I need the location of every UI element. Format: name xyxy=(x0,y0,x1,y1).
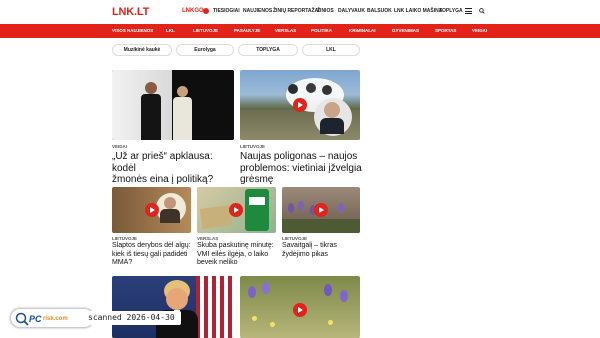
play-video-icon[interactable] xyxy=(145,203,159,217)
tag-muzikine-kauke[interactable]: Muzikinė kaukė xyxy=(112,44,172,56)
cat-visos-naujienos[interactable]: VISOS NAUJIENOS xyxy=(112,28,153,33)
title-line: grėsmę xyxy=(240,174,274,185)
scanned-date-label: scanned 2026-04-30 xyxy=(82,311,181,325)
hamburger-menu-icon[interactable] xyxy=(465,8,472,14)
topnav-dalyvauk[interactable]: DALYVAUK xyxy=(338,8,365,14)
article-image-politician[interactable] xyxy=(112,276,234,338)
article-category: LIETUVOJE xyxy=(240,144,266,149)
play-video-icon[interactable] xyxy=(293,303,307,317)
article-category: LIETUVOJE xyxy=(112,236,138,241)
title-line: „Už ar prieš“ apklausa: kodėl xyxy=(112,151,213,174)
title-line: Skuba paskutinę minutę: xyxy=(197,242,274,249)
watermark-brand-risk: risk.com xyxy=(43,316,68,322)
title-line: Naujas poligonas – naujos xyxy=(240,151,358,162)
live-dot-icon xyxy=(203,8,209,14)
tag-toplyga[interactable]: TOPLYGA xyxy=(238,44,298,56)
title-line: problemos: vietiniai įžvelgia xyxy=(240,162,362,174)
title-line: VMI eilės ilgėja, o laiko xyxy=(197,250,269,258)
title-line: žydėjimo pikas xyxy=(282,250,328,258)
cat-verslas[interactable]: VERSLAS xyxy=(275,28,296,33)
article-title-vmi[interactable]: Skuba paskutinę minutę: VMI eilės ilgėja… xyxy=(197,242,279,268)
title-line: Savaitgalį – tikras xyxy=(282,242,337,249)
article-category: VEIDAI xyxy=(112,144,128,149)
cat-kriminalai[interactable]: KRIMINALAI xyxy=(349,28,376,33)
title-line: beveik neliko xyxy=(197,259,238,266)
cat-veidai[interactable]: VEIDAI xyxy=(472,28,487,33)
title-line: kiek iš tiesų gali padidėti xyxy=(112,250,188,258)
topnav-zinios[interactable]: ŽINIOS xyxy=(317,8,334,14)
article-category: VERSLAS xyxy=(197,236,219,241)
watermark-brand-pc: PC xyxy=(29,314,42,324)
topnav-naujienos[interactable]: NAUJIENOS xyxy=(243,8,272,14)
topnav-balsuok[interactable]: BALSUOK xyxy=(367,8,392,14)
cat-lkl[interactable]: LKL xyxy=(166,28,175,33)
lnkgo-link[interactable]: LNKGO xyxy=(182,8,204,14)
article-image-veidai[interactable] xyxy=(112,70,234,140)
cat-politika[interactable]: POLITIKA xyxy=(311,28,332,33)
topnav-tiesiogiai[interactable]: TIESIOGIAI xyxy=(213,8,240,14)
title-line: MMA? xyxy=(112,259,133,266)
article-title-poligonas[interactable]: Naujas poligonas – naujos problemos: vie… xyxy=(240,151,365,186)
tag-eurolyga[interactable]: Eurolyga xyxy=(176,44,234,56)
article-category: LIETUVOJE xyxy=(282,236,308,241)
topnav-ziniu-reportazai[interactable]: ŽINIŲ REPORTAŽAI xyxy=(273,8,320,14)
article-title-zydejimas[interactable]: Savaitgalį – tikras žydėjimo pikas xyxy=(282,242,364,259)
top-header: LNK.LT LNKGO TIESIOGIAI NAUJIENOS ŽINIŲ … xyxy=(0,0,600,24)
article-title-upolitika[interactable]: „Už ar prieš“ apklausa: kodėl žmonės ein… xyxy=(112,151,237,186)
search-icon[interactable] xyxy=(479,8,485,14)
cat-sportas[interactable]: SPORTAS xyxy=(435,28,456,33)
topnav-lnk-laiko-masina[interactable]: LNK LAIKO MAŠINA xyxy=(394,8,442,14)
cat-gyvenimas[interactable]: GYVENIMAS xyxy=(392,28,419,33)
play-video-icon[interactable] xyxy=(293,98,307,112)
play-video-icon[interactable] xyxy=(229,203,243,217)
title-line: žmonės eina į politiką? xyxy=(112,174,214,185)
play-video-icon[interactable] xyxy=(314,203,328,217)
cat-lietuvoje[interactable]: LIETUVOJE xyxy=(193,28,218,33)
cat-pasaulyje[interactable]: PASAULYJE xyxy=(234,28,260,33)
article-title-mma[interactable]: Slaptos derybos dėl algų: kiek iš tiesų … xyxy=(112,242,194,268)
category-nav: VISOS NAUJIENOS LKL LIETUVOJE PASAULYJE … xyxy=(0,24,600,38)
title-line: Slaptos derybos dėl algų: xyxy=(112,242,191,249)
site-logo[interactable]: LNK.LT xyxy=(112,6,149,18)
topnav-toplyga[interactable]: TOPLYGA xyxy=(439,8,463,14)
tag-lkl[interactable]: LKL xyxy=(302,44,360,56)
magnifier-logo-icon xyxy=(15,312,29,326)
